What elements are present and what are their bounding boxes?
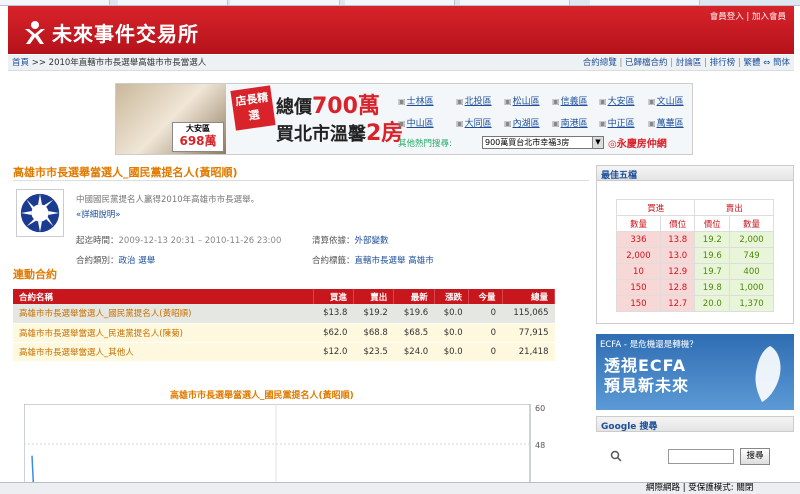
nav-contracts-overview[interactable]: 合約總覽 [583,58,617,68]
settlement-info: 清算依據：外部變數 [312,236,389,246]
browser-tab[interactable] [590,0,700,5]
banner-brand-logo: ◎永慶房仲網 [608,139,667,150]
page-title: 高雄市市長選舉當選人_國民黨提名人(黃昭順) [13,166,238,179]
google-search-input[interactable] [668,449,734,464]
nav-archived-contracts[interactable]: 已歸檔合約 [625,58,668,68]
ad-banner-realestate[interactable]: 大安區 698萬 店長精選 總價700萬 買北市溫馨2房 士林區 北投區 松山區… [115,83,693,155]
browser-tab[interactable] [230,0,340,5]
col-header: 今量 [468,289,503,304]
security-zone: 網際網路 | 受保護模式: 關閉 [646,483,754,493]
district-link[interactable]: 萬華區 [648,116,684,129]
district-link[interactable]: 士林區 [398,94,434,107]
top5-header: 最佳五檔 [596,165,794,181]
col-header: 賣出 [353,289,395,304]
order-book-row: 150 12.7 20.0 1,370 [616,295,774,312]
switch-icon: ⇔ [763,58,771,68]
contract-name-link[interactable]: 高雄市市長選舉當選人_其他人 [13,342,313,362]
member-login-link[interactable]: 會員登入 [710,12,744,22]
party-emblem-icon [16,189,64,237]
nav-leaderboard[interactable]: 排行榜 [710,58,736,68]
banner-search-label: 其他熱門搜尋: [398,139,452,149]
category-info: 合約類別：政治 選舉 [76,256,156,266]
order-book-row: 10 12.9 19.7 400 [616,263,774,280]
chevron-down-icon[interactable]: ▼ [592,137,603,148]
browser-status-bar: 網際網路 | 受保護模式: 關閉 [0,482,800,494]
nav-traditional[interactable]: 繁體 [743,58,760,68]
price-chart: 60 48 [24,404,545,484]
order-book-row: 150 12.8 19.8 1,000 [616,279,774,296]
ad-banner-ecfa[interactable]: ECFA - 是危機還是轉機？ 透視ECFA 預見新未來 [596,334,794,410]
y-tick-label: 48 [535,441,545,450]
district-link[interactable]: 內湖區 [504,116,540,129]
logo-x-icon [25,20,45,44]
google-search-button[interactable]: 搜尋 [740,448,770,465]
banner-headline: 總價700萬 買北市溫馨2房 [276,94,404,146]
ad-question: ECFA - 是危機還是轉機？ [600,340,698,350]
district-link[interactable]: 信義區 [552,94,588,107]
order-book-table: 買進 賣出 數量 價位 價位 數量 336 13.8 19.2 2,000 2,000 1… [615,199,774,312]
sell-group-header: 賣出 [694,199,774,216]
ad-headline: 透視ECFA 預見新未來 [604,356,690,395]
banner-price-badge: 大安區 698萬 [172,122,224,152]
browser-tab[interactable] [0,0,110,5]
nav-links: 合約總覽 | 已歸檔合約 | 討論區 | 排行榜 | 繁體 ⇔ 簡体 [582,58,790,68]
table-header-row: 合約名稱 買進 賣出 最新 漲跌 今量 總量 [13,289,555,304]
browser-tab[interactable] [460,0,570,5]
site-logo[interactable]: 未來事件交易所 [22,18,199,47]
account-links: 會員登入 | 加入會員 [710,10,786,22]
district-link[interactable]: 大安區 [599,94,635,107]
district-link[interactable]: 南港區 [552,116,588,129]
table-row[interactable]: 高雄市市長選舉當選人_國民黨提名人(黃昭順) $13.8 $19.2 $19.6 $… [13,304,555,324]
banner-search-select[interactable]: 900萬買台北市幸福3房 ▼ [482,136,604,149]
table-row[interactable]: 高雄市市長選舉當選人_民進黨提名人(陳菊) $62.0 $68.8 $68.5 $0… [13,323,555,343]
search-icon [610,450,622,462]
linked-contracts-table: 合約名稱 買進 賣出 最新 漲跌 今量 總量 高雄市市長選舉當選人_國民黨提名人… [13,289,555,362]
linked-contracts-title: 連動合約 [13,268,57,281]
district-link[interactable]: 中正區 [599,116,635,129]
separator: | [746,12,750,22]
join-member-link[interactable]: 加入會員 [752,12,786,22]
col-header: 最新 [393,289,435,304]
nav-bar: 首頁 >> 2010年直轄市市長選舉高雄市市長當選人 合約總覽 | 已歸檔合約 … [8,55,794,71]
period-info: 起迄時間：2009-12-13 20:31 – 2010-11-26 23:00 [76,236,282,246]
contract-description: 中國國民黨提名人贏得2010年高雄市市長選舉。 [76,195,260,205]
breadcrumb-home-link[interactable]: 首頁 [12,58,29,68]
browser-tab[interactable] [118,0,228,5]
details-link[interactable]: «詳細說明» [76,208,120,220]
taiwan-map-icon [755,346,781,402]
col-header: 總量 [502,289,555,304]
order-book-row: 336 13.8 19.2 2,000 [616,231,774,248]
logo-text: 未來事件交易所 [52,22,199,46]
district-link[interactable]: 北投區 [456,94,492,107]
banner-tag: 店長精選 [230,85,276,131]
chart-title: 高雄市市長選舉當選人_國民黨提名人(黃昭順) [170,391,354,401]
order-book-row: 2,000 13.0 19.6 749 [616,247,774,264]
contract-name-link[interactable]: 高雄市市長選舉當選人_國民黨提名人(黃昭順) [13,304,313,324]
nav-forum[interactable]: 討論區 [676,58,702,68]
browser-tab[interactable] [345,0,455,5]
divider [13,180,589,181]
district-link[interactable]: 松山區 [504,94,540,107]
col-header: 漲跌 [434,289,470,304]
district-link[interactable]: 中山區 [398,116,434,129]
google-search-header: Google 搜尋 [596,416,794,432]
table-row[interactable]: 高雄市市長選舉當選人_其他人 $12.0 $23.5 $24.0 $0.0 0 21,… [13,342,555,362]
buy-group-header: 買進 [615,199,696,216]
breadcrumb: 首頁 >> 2010年直轄市市長選舉高雄市市長當選人 [12,55,206,71]
y-tick-label: 60 [535,404,545,413]
site-header: 未來事件交易所 會員登入 | 加入會員 [8,6,794,54]
breadcrumb-current: >> 2010年直轄市市長選舉高雄市市長當選人 [31,58,207,68]
district-link[interactable]: 文山區 [648,94,684,107]
nav-simplified[interactable]: 簡体 [773,58,790,68]
col-header: 買進 [313,289,354,304]
contract-name-link[interactable]: 高雄市市長選舉當選人_民進黨提名人(陳菊) [13,323,313,343]
tags-info: 合約標籤：直轄市長選舉 高雄市 [312,256,434,266]
col-header: 合約名稱 [13,289,314,304]
district-link[interactable]: 大同區 [456,116,492,129]
